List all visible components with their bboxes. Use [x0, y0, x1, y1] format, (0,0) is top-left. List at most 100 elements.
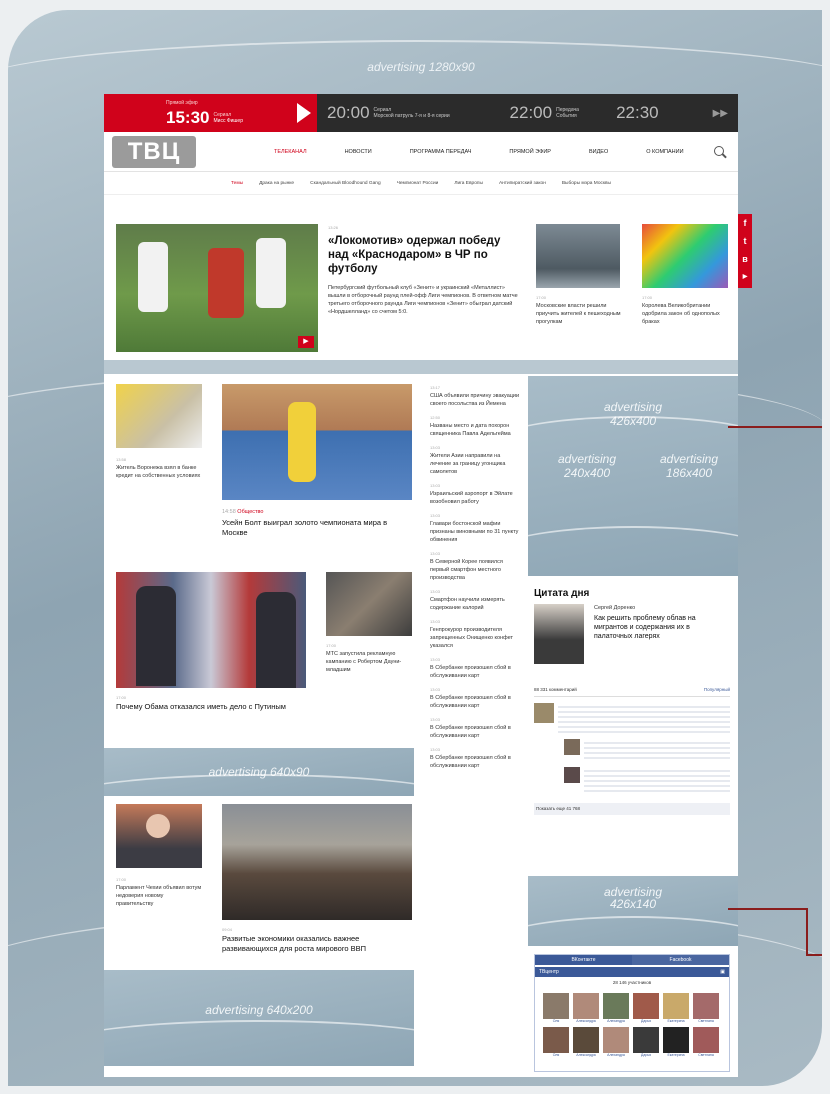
avatar[interactable]	[534, 703, 554, 723]
tag-item[interactable]: Скандальный Bloodhound Gang	[310, 181, 381, 186]
member-avatar[interactable]	[693, 993, 719, 1019]
tag-item[interactable]: Чемпионат России	[397, 181, 439, 186]
bolt-headline[interactable]: Усейн Болт выиграл золото чемпионата мир…	[222, 518, 412, 538]
member-name: Алехандра	[607, 1053, 625, 1057]
economy-time: 09:04	[222, 927, 233, 932]
ad-label: advertising 640x200	[205, 1003, 313, 1017]
member-avatar[interactable]	[693, 1027, 719, 1053]
comments-count[interactable]: 88 331 комментарий	[534, 686, 577, 694]
bolt-meta: 14:58 Общество	[222, 509, 264, 515]
video-play-icon[interactable]: ▶	[298, 336, 314, 348]
schedule-item[interactable]: 22:30	[616, 103, 663, 123]
mts-image[interactable]	[326, 572, 412, 636]
show-more-comments[interactable]: Показать еще 41 768	[534, 803, 730, 815]
street-image[interactable]	[536, 224, 620, 288]
news-item[interactable]: 17:00 МТС запустила рекламную кампанию с …	[326, 642, 412, 674]
member-avatar[interactable]	[573, 993, 599, 1019]
side-news-item[interactable]: 17:00 Королева Великобритании одобрила за…	[642, 294, 728, 326]
tag-item[interactable]: Темы	[231, 181, 243, 186]
rainbow-image[interactable]	[642, 224, 728, 288]
lead-image[interactable]: ▶	[116, 224, 318, 352]
schedule-time: 20:00	[327, 103, 370, 122]
tab-vkontakte[interactable]: ВКонтакте	[535, 955, 632, 965]
ad-top[interactable]: advertising 1280x90	[104, 60, 738, 88]
news-list-item[interactable]: 13:03 Главари бостонской мафии признаны в…	[430, 512, 520, 544]
obama-headline[interactable]: Почему Обама отказался иметь дело с Пути…	[116, 702, 306, 712]
news-list-item[interactable]: 13:03 В Сбербанке произошел сбой в обслуж…	[430, 656, 520, 680]
avatar[interactable]	[564, 767, 580, 783]
economy-image[interactable]	[222, 804, 412, 920]
nav-item-video[interactable]: Видео	[589, 149, 608, 155]
news-list-item[interactable]: 13:03 В Сбербанке произошел сбой в обслуж…	[430, 716, 520, 740]
connector-line	[806, 908, 808, 956]
member-avatar[interactable]	[663, 1027, 689, 1053]
schedule-title: События	[556, 113, 577, 119]
tag-item[interactable]: Лига Европы	[454, 181, 483, 186]
nav-item-channel[interactable]: Телеканал	[274, 149, 307, 155]
news-list-item[interactable]: 13:03 В Сбербанке произошел сбой в обслуж…	[430, 686, 520, 710]
news-list-item[interactable]: 13:03 В Северной Корее появился первый см…	[430, 550, 520, 582]
ad-426x140[interactable]: advertising 426x140	[528, 876, 738, 946]
economy-headline[interactable]: Развитые экономики оказались важнее разв…	[222, 934, 412, 954]
tag-item[interactable]: Драка на рынке	[259, 181, 294, 186]
news-list-item[interactable]: 13:03 В Сбербанке произошел сбой в обслуж…	[430, 746, 520, 770]
quote-author-photo[interactable]	[534, 604, 584, 664]
tag-item[interactable]: Выборы мэра Москвы	[562, 181, 611, 186]
side-news-item[interactable]: 17:00 Московские власти решили приучить ж…	[536, 294, 622, 326]
nav-item-program[interactable]: Программа передач	[410, 149, 472, 155]
nav-item-news[interactable]: Новости	[345, 149, 372, 155]
member-avatar[interactable]	[543, 1027, 569, 1053]
news-list-item[interactable]: 13:03 Смартфон научили измерять содержани…	[430, 588, 520, 612]
news-list-item[interactable]: 13:03 Жители Азии направили на лечение за…	[430, 444, 520, 476]
search-icon[interactable]	[714, 146, 724, 156]
member-avatar[interactable]	[573, 1027, 599, 1053]
live-now[interactable]: Прямой эфир 15:30 Сериал Мисс Фишер	[104, 94, 317, 132]
nav-item-live[interactable]: Прямой эфир	[509, 149, 551, 155]
member-name: Светлана	[698, 1053, 714, 1057]
connector-line	[728, 908, 808, 910]
bank-image[interactable]	[116, 384, 202, 448]
play-icon[interactable]	[297, 103, 311, 123]
ad-640x90[interactable]: advertising 640x90	[104, 748, 414, 796]
member-avatar[interactable]	[603, 1027, 629, 1053]
fast-forward-icon[interactable]: ▶▶	[713, 108, 728, 119]
bolt-image[interactable]	[222, 384, 412, 500]
news-item[interactable]: 17:00 Парламент Чехии объявил вотум недов…	[116, 876, 202, 908]
member-avatar[interactable]	[633, 993, 659, 1019]
schedule-item[interactable]: 22:00 Передача События	[510, 103, 617, 123]
nav-item-about[interactable]: О компании	[646, 149, 683, 155]
youtube-icon[interactable]: ▶	[738, 268, 752, 286]
comments-sort[interactable]: Популярный	[704, 686, 730, 694]
logo-text: ТВЦ	[127, 137, 181, 165]
widget-members: 28 146 участников	[612, 980, 652, 985]
news-list-item[interactable]: 13:17 США объявили причину эвакуации свое…	[430, 384, 520, 408]
vkontakte-icon[interactable]: в	[738, 250, 752, 268]
twitter-icon[interactable]: t	[738, 232, 752, 250]
schedule-item[interactable]: 20:00 Сериал Морской патруль 7-я и 8-я се…	[327, 103, 486, 123]
member-avatar[interactable]	[543, 993, 569, 1019]
member-avatar[interactable]	[633, 1027, 659, 1053]
tab-facebook[interactable]: Facebook	[632, 955, 729, 965]
member-avatar[interactable]	[663, 993, 689, 1019]
quote-author[interactable]: Сергей Доренко	[594, 604, 635, 612]
member-name: Александра	[576, 1019, 596, 1023]
widget-close-icon[interactable]: ▣	[720, 969, 725, 975]
ad-label: advertising 426x140	[603, 885, 663, 911]
quote-text[interactable]: Как решить проблему облав на мигрантов и…	[594, 614, 730, 641]
live-title: Мисс Фишер	[213, 118, 243, 124]
tag-item[interactable]: Антипиратский закон	[499, 181, 546, 186]
czech-image[interactable]	[116, 804, 202, 868]
facebook-icon[interactable]: f	[738, 214, 752, 232]
avatar[interactable]	[564, 739, 580, 755]
lead-headline[interactable]: «Локомотив» одержал победу над «Краснода…	[328, 234, 518, 276]
widget-page-name[interactable]: ТВцентр	[539, 969, 559, 975]
news-list-item[interactable]: 13:03 Израильский аэропорт в Эйлате возоб…	[430, 482, 520, 506]
ad-640x200[interactable]: advertising 640x200	[104, 970, 414, 1066]
news-list-item[interactable]: 12:50 Названы место и дата похорон священ…	[430, 414, 520, 438]
news-item[interactable]: 13:58 Житель Воронежа взял в банке кредит…	[116, 456, 202, 480]
member-avatar[interactable]	[603, 993, 629, 1019]
news-list-item[interactable]: 13:03 Генпрокурор производителя запрещенн…	[430, 618, 520, 650]
ad-426x400[interactable]: advertising 426x400 advertising 240x400 …	[528, 376, 738, 576]
site-logo[interactable]: ТВЦ	[112, 135, 196, 168]
obama-putin-image[interactable]	[116, 572, 306, 688]
